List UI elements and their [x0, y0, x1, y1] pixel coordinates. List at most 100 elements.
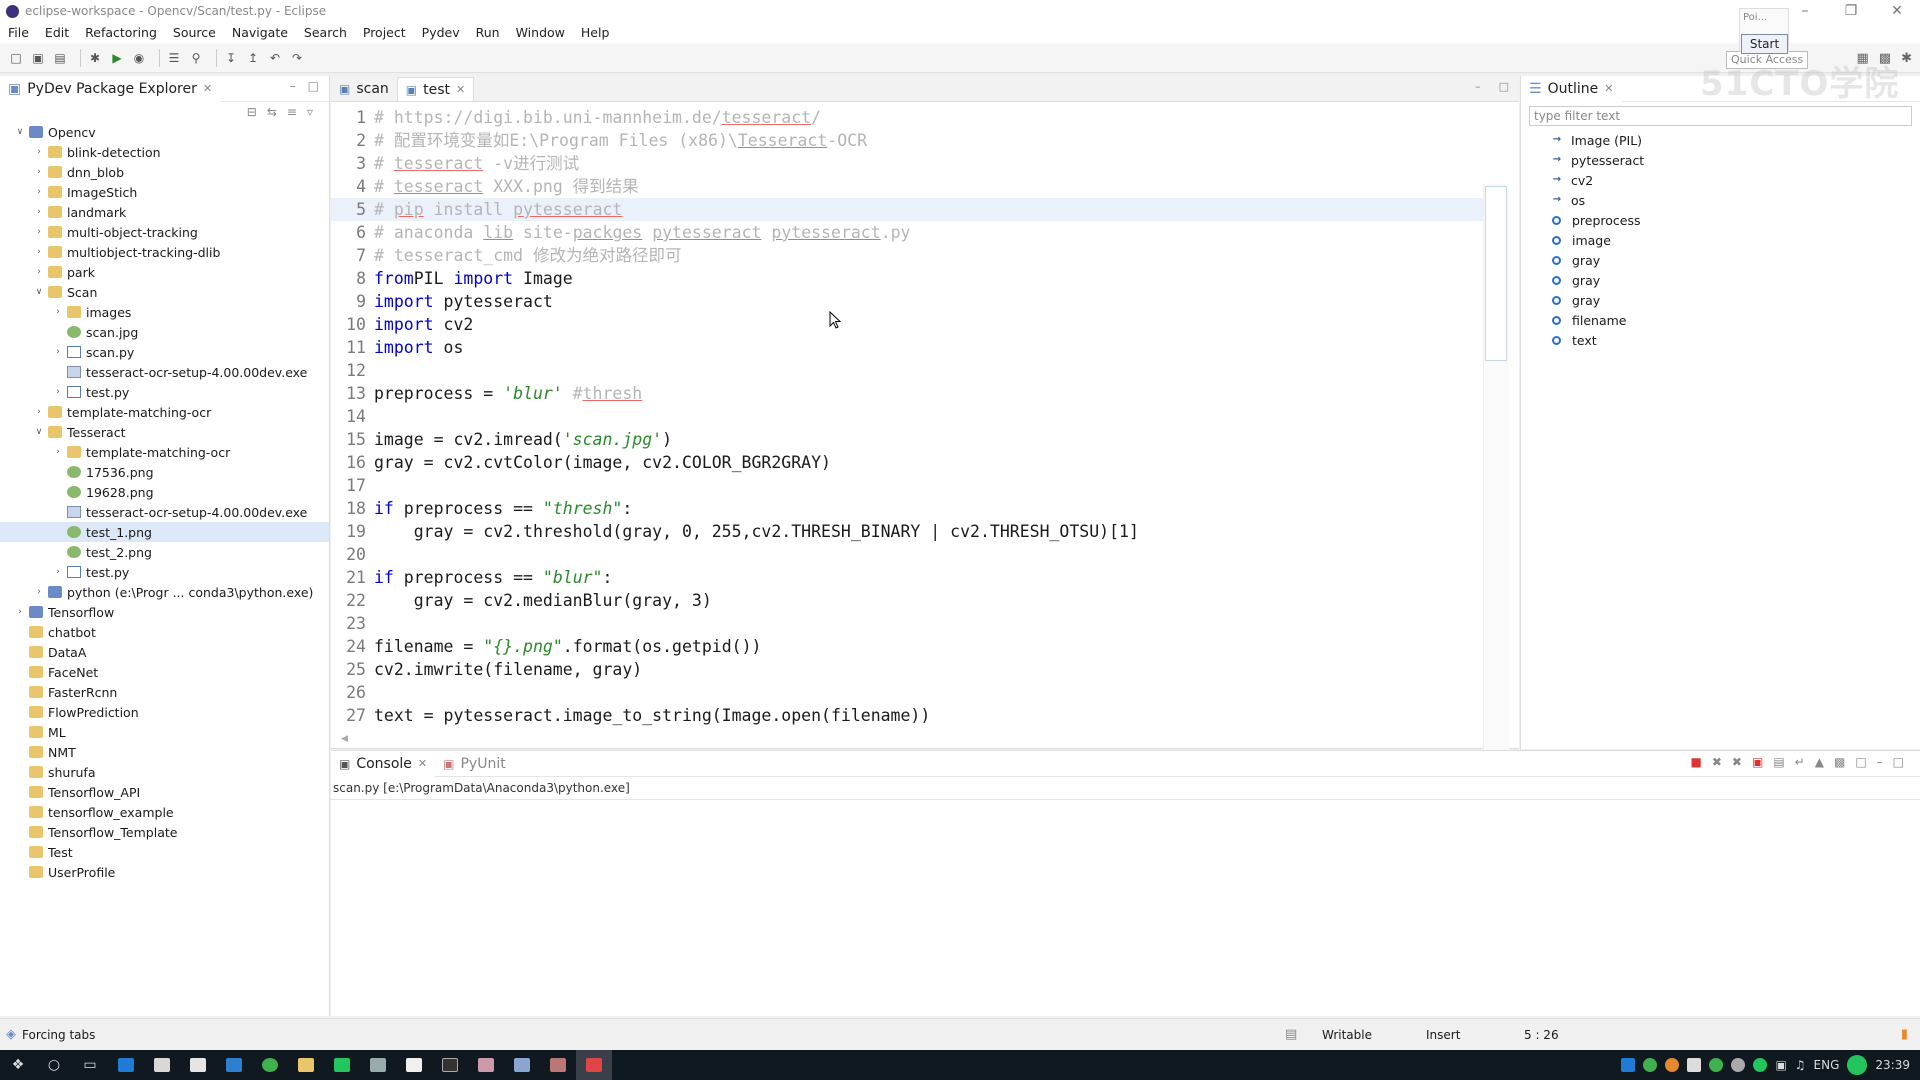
menu-item-refactoring[interactable]: Refactoring — [85, 25, 157, 40]
chevron-down-icon[interactable]: ∨ — [33, 427, 45, 437]
task-view-icon[interactable]: ▭ — [72, 1050, 108, 1080]
code-line[interactable]: 13 preprocess = 'blur' #thresh — [331, 382, 1491, 405]
tree-item[interactable]: FaceNet — [0, 662, 329, 682]
tab-test[interactable]: ▣ test ✕ — [396, 77, 475, 101]
browser-icon[interactable] — [252, 1050, 288, 1080]
tree-item[interactable]: tensorflow_example — [0, 802, 329, 822]
code-line[interactable]: 25 cv2.imwrite(filename, gray) — [331, 658, 1491, 681]
prev-annotation-icon[interactable]: ↥ — [245, 50, 261, 66]
back-icon[interactable]: ↶ — [267, 50, 283, 66]
tree-item[interactable]: › multi-object-tracking — [0, 222, 329, 242]
menu-item-navigate[interactable]: Navigate — [232, 25, 288, 40]
chevron-right-icon[interactable]: › — [33, 267, 45, 277]
tree-item[interactable]: › template-matching-ocr — [0, 402, 329, 422]
menu-item-source[interactable]: Source — [173, 25, 216, 40]
tree-item[interactable]: DataA — [0, 642, 329, 662]
store-icon[interactable] — [144, 1050, 180, 1080]
tree-item[interactable]: › test.py — [0, 562, 329, 582]
code-line[interactable]: 6 # anaconda lib site-packges pytesseract… — [331, 221, 1491, 244]
minimize-console-icon[interactable]: – — [1877, 755, 1883, 769]
tree-item[interactable]: › images — [0, 302, 329, 322]
close-icon[interactable]: ✕ — [1604, 82, 1613, 95]
tree-item[interactable]: tesseract-ocr-setup-4.00.00dev.exe — [0, 362, 329, 382]
chevron-right-icon[interactable]: › — [33, 207, 45, 217]
outline-filter-input[interactable]: type filter text — [1529, 106, 1912, 126]
open-type-icon[interactable]: ☰ — [166, 50, 182, 66]
code-line[interactable]: 16 gray = cv2.cvtColor(image, cv2.COLOR_B… — [331, 451, 1491, 474]
photo-icon[interactable] — [540, 1050, 576, 1080]
pin-console-icon[interactable]: ▲ — [1815, 755, 1824, 769]
outline-item[interactable]: filename — [1521, 310, 1920, 330]
notification-icon[interactable]: ▮ — [1901, 1027, 1908, 1042]
app-icon[interactable] — [360, 1050, 396, 1080]
tree-item[interactable]: test_2.png — [0, 542, 329, 562]
outline-item[interactable]: image — [1521, 230, 1920, 250]
document-icon[interactable] — [504, 1050, 540, 1080]
input-method-icon[interactable] — [1847, 1055, 1868, 1075]
tree-item[interactable]: chatbot — [0, 622, 329, 642]
open-console-icon[interactable]: □ — [1855, 755, 1866, 769]
remove-launch-icon[interactable]: ✖ — [1712, 755, 1722, 769]
forward-icon[interactable]: ↷ — [289, 50, 305, 66]
run-external-icon[interactable]: ◉ — [131, 50, 147, 66]
tree-item[interactable]: FlowPrediction — [0, 702, 329, 722]
volume-icon[interactable]: ♫ — [1795, 1058, 1806, 1072]
windows-start-icon[interactable]: ❖ — [0, 1050, 36, 1080]
code-line[interactable]: 19 gray = cv2.threshold(gray, 0, 255,cv2… — [331, 520, 1491, 543]
outline-item[interactable]: text — [1521, 330, 1920, 350]
outline-item[interactable]: → pytesseract — [1521, 150, 1920, 170]
tree-item[interactable]: ∨ Scan — [0, 282, 329, 302]
code-line[interactable]: 26 — [331, 681, 1491, 704]
tree-item[interactable]: › template-matching-ocr — [0, 442, 329, 462]
code-line[interactable]: 14 — [331, 405, 1491, 428]
minimize-editor-icon[interactable]: – — [1475, 80, 1481, 93]
chevron-right-icon[interactable]: › — [14, 607, 26, 617]
tree-item[interactable]: › python (e:\Progr ... conda3\python.exe) — [0, 582, 329, 602]
tree-item[interactable]: › Tensorflow — [0, 602, 329, 622]
close-icon[interactable]: ✕ — [203, 82, 212, 95]
menu-item-run[interactable]: Run — [476, 25, 500, 40]
tree-item[interactable]: Tensorflow_API — [0, 782, 329, 802]
code-line[interactable]: 7 # tesseract_cmd 修改为绝对路径即可 — [331, 244, 1491, 267]
horizontal-scrollbar[interactable]: ◀ — [341, 734, 1481, 744]
remove-all-icon[interactable]: ✖ — [1732, 755, 1742, 769]
chevron-right-icon[interactable]: › — [52, 447, 64, 457]
chevron-right-icon[interactable]: › — [52, 387, 64, 397]
tree-item[interactable]: › landmark — [0, 202, 329, 222]
scroll-lock-icon[interactable]: ▤ — [1773, 755, 1784, 769]
tab-package-explorer[interactable]: ▣ PyDev Package Explorer ✕ — [0, 75, 221, 102]
outline-item[interactable]: → cv2 — [1521, 170, 1920, 190]
tree-item[interactable]: FasterRcnn — [0, 682, 329, 702]
tree-item[interactable]: › dnn_blob — [0, 162, 329, 182]
tree-item[interactable]: test_1.png — [0, 522, 329, 542]
save-icon[interactable]: ▣ — [30, 50, 46, 66]
display-console-icon[interactable]: ▩ — [1834, 755, 1845, 769]
menu-item-project[interactable]: Project — [363, 25, 406, 40]
minimize-view-icon[interactable]: – — [290, 79, 296, 93]
outline-item[interactable]: preprocess — [1521, 210, 1920, 230]
tab-scan[interactable]: ▣ scan — [331, 77, 397, 101]
wechat-icon[interactable] — [1709, 1058, 1724, 1072]
pycharm-icon[interactable] — [324, 1050, 360, 1080]
menu-item-pydev[interactable]: Pydev — [422, 25, 460, 40]
tree-item[interactable]: Tensorflow_Template — [0, 822, 329, 842]
tray-icon-1[interactable] — [1621, 1058, 1636, 1072]
menu-item-window[interactable]: Window — [516, 25, 565, 40]
tree-item[interactable]: › ImageStich — [0, 182, 329, 202]
code-line[interactable]: 17 — [331, 474, 1491, 497]
tree-item[interactable]: ∨ Opencv — [0, 122, 329, 142]
maximize-editor-icon[interactable]: □ — [1499, 80, 1509, 93]
maximize-view-icon[interactable]: □ — [308, 79, 319, 93]
tray-icon-4[interactable] — [1687, 1058, 1702, 1072]
clear-console-icon[interactable]: ▣ — [1752, 755, 1763, 769]
tree-item[interactable]: ∨ Tesseract — [0, 422, 329, 442]
paint-icon[interactable] — [468, 1050, 504, 1080]
start-button[interactable]: Start — [1741, 34, 1788, 54]
language-indicator[interactable]: ENG — [1814, 1058, 1840, 1072]
eclipse-taskbar-icon[interactable] — [576, 1050, 612, 1080]
save-all-icon[interactable]: ▤ — [52, 50, 68, 66]
search-icon[interactable]: ⚲ — [188, 50, 204, 66]
outline-item[interactable]: gray — [1521, 270, 1920, 290]
tab-pyunit[interactable]: ▣ PyUnit — [435, 751, 514, 777]
chevron-right-icon[interactable]: › — [33, 407, 45, 417]
